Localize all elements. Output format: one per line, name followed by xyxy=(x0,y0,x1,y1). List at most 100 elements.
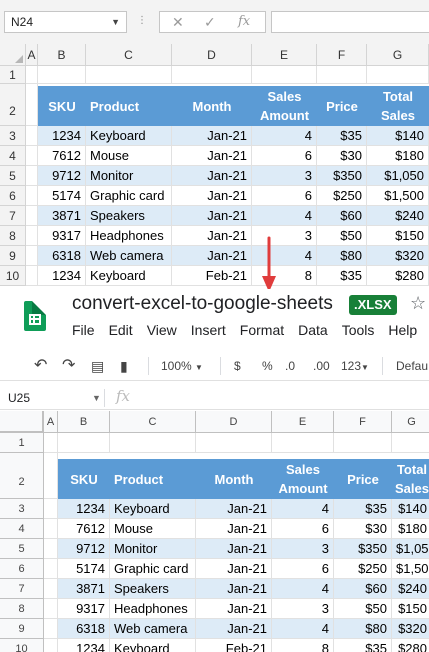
table-cell[interactable]: $60 xyxy=(317,206,367,226)
table-cell[interactable]: Jan-21 xyxy=(196,579,272,599)
table-cell[interactable]: $150 xyxy=(392,599,429,619)
table-cell[interactable]: $250 xyxy=(317,186,367,206)
redo-icon[interactable]: ↷ xyxy=(62,357,75,375)
table-cell[interactable]: Keyboard xyxy=(110,499,196,519)
column-header-a[interactable]: A xyxy=(44,411,58,433)
row-header-10[interactable]: 10 xyxy=(0,639,44,652)
table-cell[interactable]: $240 xyxy=(367,206,429,226)
table-cell[interactable]: Monitor xyxy=(110,539,196,559)
table-header-cell[interactable]: Total Sales xyxy=(367,86,429,126)
table-cell[interactable]: $35 xyxy=(334,639,392,652)
undo-icon[interactable]: ↶ xyxy=(34,357,47,375)
column-header-g[interactable]: G xyxy=(392,411,429,433)
zoom-select[interactable]: 100% ▼ xyxy=(161,359,203,375)
table-cell[interactable]: $280 xyxy=(367,266,429,286)
table-cell[interactable]: Web camera xyxy=(110,619,196,639)
cell[interactable] xyxy=(110,433,196,453)
table-cell[interactable]: $350 xyxy=(317,166,367,186)
cell[interactable] xyxy=(196,433,272,453)
table-cell[interactable]: Jan-21 xyxy=(172,246,252,266)
table-cell[interactable]: $140 xyxy=(392,499,429,519)
row-header-3[interactable]: 3 xyxy=(0,499,44,519)
table-cell[interactable]: Speakers xyxy=(86,206,172,226)
column-header-f[interactable]: F xyxy=(334,411,392,433)
row-header-8[interactable]: 8 xyxy=(0,226,26,246)
table-cell[interactable]: 9712 xyxy=(58,539,110,559)
table-cell[interactable]: 7612 xyxy=(58,519,110,539)
row-header-10[interactable]: 10 xyxy=(0,266,26,286)
table-cell[interactable]: $180 xyxy=(367,146,429,166)
table-cell[interactable]: 4 xyxy=(272,619,334,639)
cell[interactable] xyxy=(44,619,58,639)
document-title[interactable]: convert-excel-to-google-sheets xyxy=(72,293,333,315)
table-header-cell[interactable]: Product xyxy=(110,459,196,499)
cell[interactable] xyxy=(26,206,38,226)
chevron-down-icon[interactable]: ▼ xyxy=(111,12,120,32)
table-cell[interactable]: Mouse xyxy=(110,519,196,539)
menu-edit[interactable]: Edit xyxy=(109,322,133,338)
row-header-9[interactable]: 9 xyxy=(0,246,26,266)
table-cell[interactable]: 1234 xyxy=(38,266,86,286)
table-header-cell[interactable]: Month xyxy=(172,86,252,126)
table-cell[interactable]: 4 xyxy=(272,579,334,599)
row-header-7[interactable]: 7 xyxy=(0,206,26,226)
table-cell[interactable]: 5174 xyxy=(58,559,110,579)
column-header-a[interactable]: A xyxy=(26,44,38,66)
select-all-corner[interactable] xyxy=(0,411,44,433)
row-header-7[interactable]: 7 xyxy=(0,579,44,599)
cell[interactable] xyxy=(272,433,334,453)
menu-insert[interactable]: Insert xyxy=(191,322,226,338)
table-cell[interactable]: $50 xyxy=(334,599,392,619)
row-header-8[interactable]: 8 xyxy=(0,599,44,619)
cell[interactable] xyxy=(317,66,367,84)
table-cell[interactable]: $280 xyxy=(392,639,429,652)
cell[interactable] xyxy=(392,433,429,453)
table-cell[interactable]: 3871 xyxy=(38,206,86,226)
row-header-6[interactable]: 6 xyxy=(0,186,26,206)
table-cell[interactable]: $1,050 xyxy=(367,166,429,186)
table-cell[interactable]: Feb-21 xyxy=(172,266,252,286)
column-header-g[interactable]: G xyxy=(367,44,429,66)
cell[interactable] xyxy=(26,66,38,84)
cell[interactable] xyxy=(26,166,38,186)
table-cell[interactable]: Web camera xyxy=(86,246,172,266)
enter-icon[interactable]: ✓ xyxy=(204,13,216,31)
table-cell[interactable]: 7612 xyxy=(38,146,86,166)
menu-file[interactable]: File xyxy=(72,322,95,338)
cell[interactable] xyxy=(26,226,38,246)
cell[interactable] xyxy=(252,66,317,84)
table-cell[interactable]: Keyboard xyxy=(86,126,172,146)
table-cell[interactable]: Keyboard xyxy=(110,639,196,652)
table-header-cell[interactable]: SKU xyxy=(58,459,110,499)
font-select[interactable]: Defau xyxy=(396,359,428,373)
menu-format[interactable]: Format xyxy=(240,322,284,338)
cell[interactable] xyxy=(44,539,58,559)
cell[interactable] xyxy=(26,126,38,146)
table-cell[interactable]: 6 xyxy=(252,146,317,166)
table-cell[interactable]: $320 xyxy=(367,246,429,266)
table-cell[interactable]: Jan-21 xyxy=(196,519,272,539)
table-header-cell[interactable]: SKU xyxy=(38,86,86,126)
cell[interactable] xyxy=(26,266,38,286)
table-cell[interactable]: Jan-21 xyxy=(172,126,252,146)
table-cell[interactable]: Speakers xyxy=(110,579,196,599)
table-cell[interactable]: $140 xyxy=(367,126,429,146)
cell[interactable] xyxy=(38,66,86,84)
row-header-2[interactable]: 2 xyxy=(0,84,26,126)
table-cell[interactable]: $240 xyxy=(392,579,429,599)
cell[interactable] xyxy=(26,186,38,206)
cell[interactable] xyxy=(367,66,429,84)
table-cell[interactable]: Jan-21 xyxy=(172,206,252,226)
table-cell[interactable]: Jan-21 xyxy=(196,559,272,579)
column-header-e[interactable]: E xyxy=(252,44,317,66)
cell[interactable] xyxy=(58,433,110,453)
table-header-cell[interactable]: Total Sales xyxy=(392,459,429,499)
table-cell[interactable]: $35 xyxy=(317,266,367,286)
table-cell[interactable]: 6 xyxy=(252,186,317,206)
table-cell[interactable]: Graphic card xyxy=(110,559,196,579)
cancel-icon[interactable]: ✕ xyxy=(172,13,184,31)
star-icon[interactable]: ☆ xyxy=(410,293,426,314)
table-header-cell[interactable]: Sales Amount xyxy=(272,459,334,499)
row-header-5[interactable]: 5 xyxy=(0,166,26,186)
table-cell[interactable]: 6 xyxy=(272,559,334,579)
